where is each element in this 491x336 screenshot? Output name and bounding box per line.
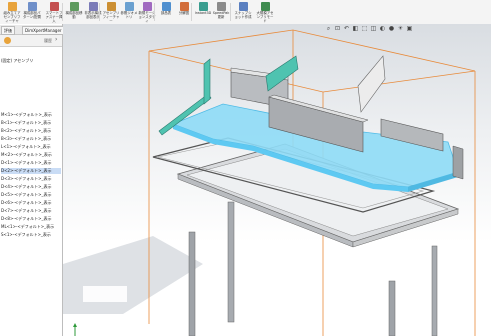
component-pattern-icon: [27, 2, 37, 11]
tree-item[interactable]: D<8>-<デフォルト>_表示: [1, 216, 61, 222]
tree-item[interactable]: D<6>-<デフォルト>_表示: [1, 200, 61, 206]
tab-evaluate[interactable]: 評価: [1, 26, 15, 35]
move-component-icon: [69, 2, 79, 11]
tree-item[interactable]: D<4>-<デフォルト>_表示: [1, 184, 61, 190]
ribbon-button-11[interactable]: SpeedPak 更新: [211, 1, 231, 23]
ribbon-button-0[interactable]: 組み立てアセンブリフィーチャ: [2, 1, 22, 23]
ribbon-button-6[interactable]: 参照ジオメトリ: [119, 1, 139, 23]
ribbon-button-label: アセンブリ フィーチャー: [102, 11, 120, 23]
ribbon-button-8[interactable]: 部品表: [156, 1, 176, 23]
ribbon-button-1[interactable]: 構成部品パターン/配置: [22, 1, 42, 23]
tab-dimxpert[interactable]: DimXpertManager: [22, 26, 65, 35]
ribbon-separator: [62, 3, 63, 21]
tree-item[interactable]: D<3>-<デフォルト>_表示: [1, 176, 61, 182]
speedpak-icon: [216, 2, 226, 11]
panel-tabs: 評価 DimXpertManager: [0, 25, 65, 35]
snapshot-icon: [238, 2, 248, 11]
instant3d-icon: [198, 2, 208, 11]
filter-label: 履歴: [44, 38, 52, 43]
tree-item[interactable]: B<3>-<デフォルト>_表示: [1, 136, 61, 142]
ribbon-button-label: 参照ジオメトリ: [120, 11, 138, 19]
command-ribbon: 組み立てアセンブリフィーチャ 構成部品パターン/配置 スマートファスナー挿入 構成部品…: [0, 0, 491, 25]
tree-item[interactable]: M<2>-<デフォルト>_表示: [1, 152, 61, 158]
ribbon-button-label: スナップショット作成: [234, 11, 252, 19]
ribbon-separator: [191, 3, 192, 21]
assembly-features-icon: [106, 2, 116, 11]
tree-item[interactable]: M<1>-<デフォルト>_表示: [1, 112, 61, 118]
tree-item[interactable]: S<1>-<デフォルト>_表示: [1, 232, 61, 238]
ribbon-button-4[interactable]: 非表示構成部品表示: [83, 1, 103, 23]
exploded-view-icon: [179, 2, 189, 11]
ribbon-button-label: 組み立てアセンブリフィーチャ: [3, 11, 21, 23]
origin-triad-icon: [73, 323, 77, 336]
large-assembly-icon: [260, 2, 270, 11]
tree-item[interactable]: B<1>-<デフォルト>_表示: [1, 120, 61, 126]
ribbon-separator: [230, 3, 231, 21]
ribbon-button-label: 構成部品パターン/配置: [23, 11, 41, 19]
ribbon-button-label: 大規模アセンブリモード: [256, 11, 274, 23]
ribbon-button-label: 部品表: [160, 11, 172, 15]
ribbon-button-5[interactable]: アセンブリ フィーチャー: [101, 1, 121, 23]
tree-item[interactable]: L<1>-<デフォルト>_表示: [1, 144, 61, 150]
ribbon-separator: [99, 3, 100, 21]
feature-manager-icon[interactable]: [4, 37, 11, 44]
assembly-model[interactable]: [63, 24, 491, 336]
tree-root[interactable]: (固定) アセンブリ: [1, 58, 61, 64]
bom-icon: [161, 2, 171, 11]
ribbon-button-10[interactable]: Instant3D: [193, 1, 213, 23]
tree-item[interactable]: B<2>-<デフォルト>_表示: [1, 128, 61, 134]
tree-item[interactable]: ML<1>-<デフォルト>_表示: [1, 224, 61, 230]
assembly-feature-icon: [7, 2, 17, 11]
ribbon-button-label: 構成部品移動: [65, 11, 83, 19]
smart-fastener-icon: [49, 2, 59, 11]
graphics-viewport[interactable]: ⌕ ⊡ ↶ ◧ ⬚ ◫ ◐ ● ☀ ▣: [63, 24, 491, 336]
reference-geometry-icon: [124, 2, 134, 11]
floating-green-post: [203, 58, 211, 105]
ribbon-button-label: 非表示構成部品表示: [84, 11, 102, 19]
ribbon-button-label: Instant3D: [194, 11, 212, 15]
ribbon-separator: [154, 3, 155, 21]
tree-item[interactable]: D<2>-<デフォルト>_表示: [1, 168, 61, 174]
ribbon-button-2[interactable]: スマートファスナー挿入: [44, 1, 64, 23]
shadow-gap: [83, 286, 127, 302]
ribbon-button-13[interactable]: 大規模アセンブリモード: [255, 1, 275, 23]
collapse-arrow-icon[interactable]: ›: [55, 36, 57, 43]
tree-item[interactable]: D<7>-<デフォルト>_表示: [1, 208, 61, 214]
model-shadow: [63, 236, 203, 314]
ribbon-button-label: スマートファスナー挿入: [45, 11, 63, 23]
ribbon-button-12[interactable]: スナップショット作成: [233, 1, 253, 23]
tree-item[interactable]: D<5>-<デフォルト>_表示: [1, 192, 61, 198]
floating-side-panel: [357, 55, 386, 113]
panel-toolbar: 履歴 ›: [0, 35, 62, 47]
ribbon-button-label: SpeedPak 更新: [212, 11, 230, 19]
show-hidden-icon: [88, 2, 98, 11]
tree-item[interactable]: D<1>-<デフォルト>_表示: [1, 160, 61, 166]
ribbon-button-3[interactable]: 構成部品移動: [64, 1, 84, 23]
motion-study-icon: [142, 2, 152, 11]
